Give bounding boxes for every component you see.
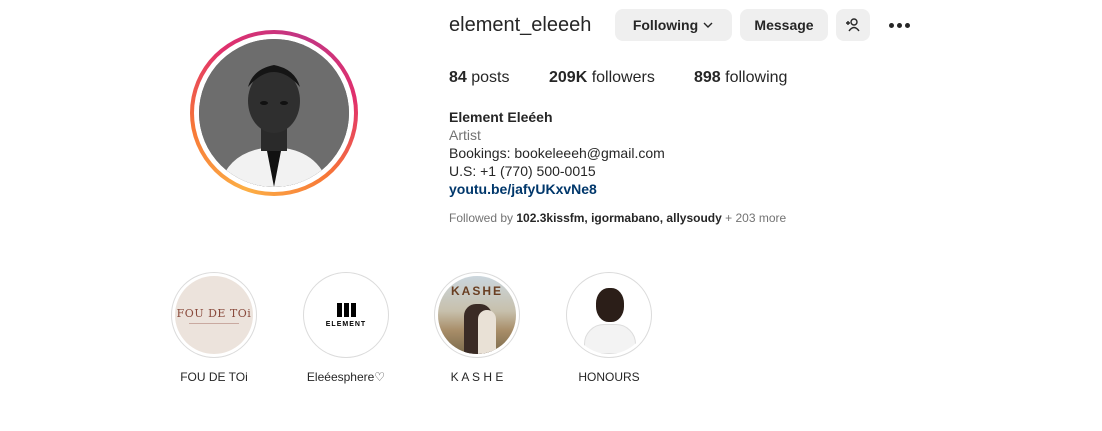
bio-phone: U.S: +1 (770) 500-0015 — [449, 163, 596, 179]
posts-label: posts — [471, 69, 510, 86]
followed-by-more: + 203 more — [725, 211, 787, 225]
message-button-label: Message — [754, 17, 814, 33]
message-button[interactable]: Message — [740, 9, 828, 41]
followed-by-names: 102.3kissfm, igormabano, allysoudy — [516, 211, 722, 225]
profile-category: Artist — [449, 127, 481, 143]
highlight-cover — [570, 276, 648, 354]
profile-display-name: Element Eleéeh — [449, 109, 553, 125]
suggested-accounts-button[interactable] — [836, 9, 870, 41]
avatar[interactable] — [199, 39, 349, 187]
bio-link[interactable]: youtu.be/jafyUKxvNe8 — [449, 180, 665, 198]
avatar-portrait — [199, 39, 349, 187]
followers-count: 209K — [549, 69, 588, 86]
highlight-eleeesphere[interactable]: ELEMENT Eleéesphere♡ — [286, 272, 406, 384]
highlight-cover-text: FOU DE TOi — [176, 306, 252, 320]
portrait-head — [596, 288, 624, 322]
highlight-label: HONOURS — [578, 370, 640, 384]
followed-by-prefix: Followed by — [449, 211, 514, 225]
piano-keys-logo — [336, 302, 356, 317]
highlight-cover-frame: ELEMENT — [303, 272, 389, 358]
avatar-border — [194, 34, 354, 192]
highlight-cover-text: ELEMENT — [325, 320, 367, 328]
highlight-cover: FOU DE TOi — [175, 276, 253, 354]
followed-by[interactable]: Followed by 102.3kissfm, igormabano, all… — [449, 211, 786, 225]
following-stat[interactable]: 898 following — [694, 69, 787, 87]
following-button-label: Following — [632, 17, 699, 33]
highlight-cover-text: KASHE — [450, 284, 503, 298]
highlight-label: FOU DE TOi — [180, 370, 248, 384]
profile-bio: Element Eleéeh Artist Bookings: bookelee… — [449, 108, 665, 198]
highlight-label: Eleéesphere♡ — [306, 370, 386, 384]
posts-count: 84 — [449, 69, 467, 86]
followers-label: followers — [591, 69, 655, 86]
following-button[interactable]: Following — [615, 9, 732, 41]
chevron-down-icon — [703, 22, 713, 28]
highlight-cover: ELEMENT — [307, 276, 385, 354]
cover-divider — [189, 322, 239, 324]
following-label: following — [725, 69, 788, 86]
following-count: 898 — [694, 69, 721, 86]
add-person-icon — [846, 18, 860, 32]
portrait-shirt — [584, 324, 636, 354]
highlight-fou-de-toi[interactable]: FOU DE TOi FOU DE TOi — [154, 272, 274, 384]
more-options-icon[interactable] — [886, 16, 912, 34]
highlight-cover-frame: FOU DE TOi — [171, 272, 257, 358]
highlight-honours[interactable]: HONOURS — [549, 272, 669, 384]
posts-stat: 84 posts — [449, 69, 510, 87]
profile-username: element_eleeeh — [449, 14, 592, 36]
followers-stat[interactable]: 209K followers — [549, 69, 655, 87]
highlight-cover-frame — [566, 272, 652, 358]
highlight-cover-frame: KASHE — [434, 272, 520, 358]
couple-figure — [478, 310, 496, 354]
highlight-label: K A S H E — [450, 370, 504, 384]
highlight-kashe[interactable]: KASHE K A S H E — [417, 272, 537, 384]
profile-avatar-ring[interactable] — [190, 30, 358, 196]
highlight-cover: KASHE — [438, 276, 516, 354]
bio-bookings: Bookings: bookeleeeh@gmail.com — [449, 145, 665, 161]
